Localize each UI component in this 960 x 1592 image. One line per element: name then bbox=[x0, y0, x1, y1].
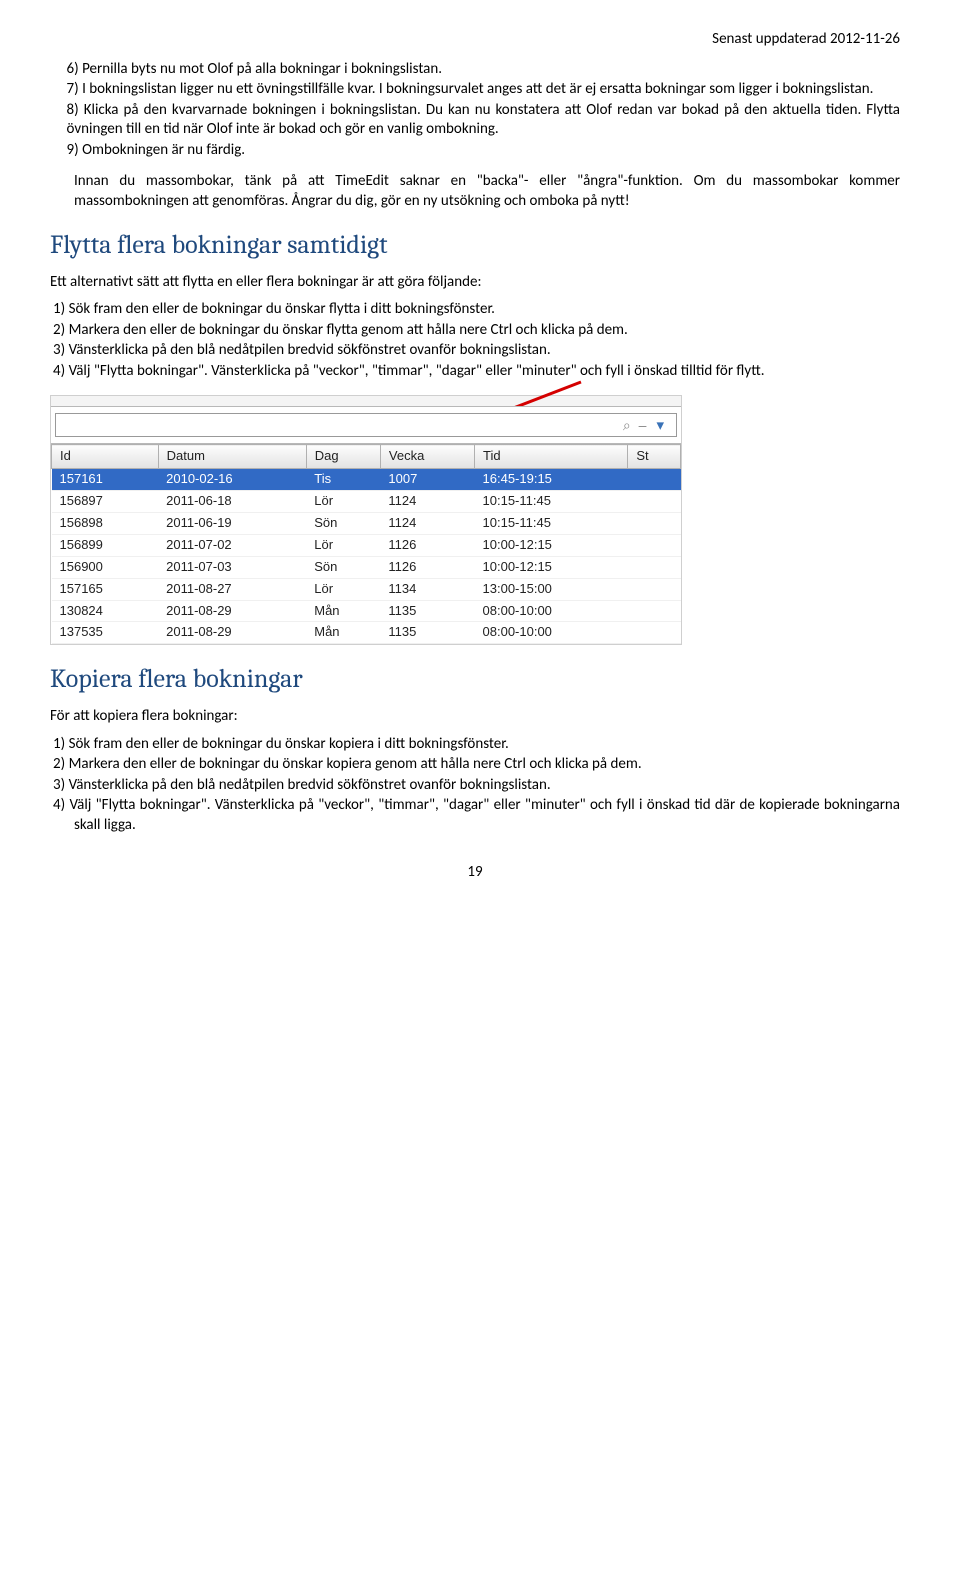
cell-st bbox=[628, 600, 681, 622]
cell-vecka: 1135 bbox=[380, 622, 474, 644]
cell-dag: Sön bbox=[306, 556, 380, 578]
cell-id: 130824 bbox=[52, 600, 159, 622]
cell-tid: 10:15-11:45 bbox=[475, 512, 628, 534]
steps-kopiera: Sök fram den eller de bokningar du önska… bbox=[50, 735, 900, 836]
cell-dag: Lör bbox=[306, 578, 380, 600]
cell-tid: 08:00-10:00 bbox=[475, 600, 628, 622]
list-item: I bokningslistan ligger nu ett övningsti… bbox=[67, 80, 901, 100]
list-item: Markera den eller de bokningar du önskar… bbox=[74, 755, 900, 775]
note-paragraph: Innan du massombokar, tänk på att TimeEd… bbox=[74, 172, 900, 211]
cell-dag: Mån bbox=[306, 622, 380, 644]
cell-st bbox=[628, 469, 681, 491]
dash-separator: – bbox=[635, 416, 651, 434]
list-item: Pernilla byts nu mot Olof på alla boknin… bbox=[67, 60, 901, 80]
cell-st bbox=[628, 534, 681, 556]
list-item: Sök fram den eller de bokningar du önska… bbox=[74, 735, 900, 755]
table-row[interactable]: 1571652011-08-27Lör113413:00-15:00 bbox=[52, 578, 681, 600]
table-row[interactable]: 1568972011-06-18Lör112410:15-11:45 bbox=[52, 491, 681, 513]
cell-tid: 08:00-10:00 bbox=[475, 622, 628, 644]
heading-flytta: Flytta flera bokningar samtidigt bbox=[50, 229, 900, 263]
col-tid[interactable]: Tid bbox=[475, 445, 628, 469]
cell-dag: Mån bbox=[306, 600, 380, 622]
cell-vecka: 1126 bbox=[380, 556, 474, 578]
cell-tid: 16:45-19:15 bbox=[475, 469, 628, 491]
list-item: Välj "Flytta bokningar". Vänsterklicka p… bbox=[74, 796, 900, 835]
cell-vecka: 1135 bbox=[380, 600, 474, 622]
numbered-list-a: Pernilla byts nu mot Olof på alla boknin… bbox=[50, 60, 900, 161]
cell-id: 157161 bbox=[52, 469, 159, 491]
cell-datum: 2011-07-02 bbox=[158, 534, 306, 556]
table-row[interactable]: 1568992011-07-02Lör112610:00-12:15 bbox=[52, 534, 681, 556]
cell-id: 156898 bbox=[52, 512, 159, 534]
table-row[interactable]: 1569002011-07-03Sön112610:00-12:15 bbox=[52, 556, 681, 578]
col-datum[interactable]: Datum bbox=[158, 445, 306, 469]
list-item: Vänsterklicka på den blå nedåtpilen bred… bbox=[74, 776, 900, 796]
cell-vecka: 1134 bbox=[380, 578, 474, 600]
cell-datum: 2010-02-16 bbox=[158, 469, 306, 491]
page-number: 19 bbox=[50, 863, 900, 883]
header-updated: Senast uppdaterad 2012-11-26 bbox=[50, 30, 900, 50]
table-row[interactable]: 1375352011-08-29Mån113508:00-10:00 bbox=[52, 622, 681, 644]
cell-st bbox=[628, 491, 681, 513]
list-item: Vänsterklicka på den blå nedåtpilen bred… bbox=[74, 341, 900, 361]
table-row[interactable]: 1568982011-06-19Sön112410:15-11:45 bbox=[52, 512, 681, 534]
cell-id: 156900 bbox=[52, 556, 159, 578]
cell-st bbox=[628, 512, 681, 534]
cell-datum: 2011-08-29 bbox=[158, 600, 306, 622]
cell-vecka: 1007 bbox=[380, 469, 474, 491]
booking-table: Id Datum Dag Vecka Tid St 1571612010-02-… bbox=[51, 444, 681, 644]
cell-dag: Lör bbox=[306, 534, 380, 556]
cell-id: 157165 bbox=[52, 578, 159, 600]
col-id[interactable]: Id bbox=[52, 445, 159, 469]
cell-datum: 2011-06-18 bbox=[158, 491, 306, 513]
list-item: Klicka på den kvarvarnade bokningen i bo… bbox=[67, 101, 901, 140]
cell-dag: Tis bbox=[306, 469, 380, 491]
col-vecka[interactable]: Vecka bbox=[380, 445, 474, 469]
cell-tid: 10:00-12:15 bbox=[475, 556, 628, 578]
steps-flytta: Sök fram den eller de bokningar du önska… bbox=[50, 300, 900, 381]
cell-vecka: 1124 bbox=[380, 512, 474, 534]
cell-id: 156897 bbox=[52, 491, 159, 513]
col-st[interactable]: St bbox=[628, 445, 681, 469]
intro-kopiera: För att kopiera flera bokningar: bbox=[50, 707, 900, 727]
cell-datum: 2011-06-19 bbox=[158, 512, 306, 534]
cell-st bbox=[628, 622, 681, 644]
list-item: Sök fram den eller de bokningar du önska… bbox=[74, 300, 900, 320]
list-item: Ombokningen är nu färdig. bbox=[67, 141, 901, 161]
table-row[interactable]: 1571612010-02-16Tis100716:45-19:15 bbox=[52, 469, 681, 491]
cell-datum: 2011-08-27 bbox=[158, 578, 306, 600]
list-item: Markera den eller de bokningar du önskar… bbox=[74, 321, 900, 341]
cell-tid: 13:00-15:00 bbox=[475, 578, 628, 600]
search-box: ⌕ – ▾ bbox=[55, 413, 677, 437]
cell-st bbox=[628, 556, 681, 578]
cell-tid: 10:15-11:45 bbox=[475, 491, 628, 513]
cell-vecka: 1124 bbox=[380, 491, 474, 513]
list-item: Välj "Flytta bokningar". Vänsterklicka p… bbox=[74, 362, 900, 382]
chevron-down-icon[interactable]: ▾ bbox=[650, 416, 670, 436]
search-icon[interactable]: ⌕ bbox=[619, 416, 635, 434]
cell-tid: 10:00-12:15 bbox=[475, 534, 628, 556]
cell-dag: Sön bbox=[306, 512, 380, 534]
col-dag[interactable]: Dag bbox=[306, 445, 380, 469]
search-input[interactable] bbox=[62, 417, 619, 434]
table-row[interactable]: 1308242011-08-29Mån113508:00-10:00 bbox=[52, 600, 681, 622]
cell-datum: 2011-07-03 bbox=[158, 556, 306, 578]
search-row: ⌕ – ▾ bbox=[51, 406, 681, 444]
booking-list-widget: ⌕ – ▾ Id Datum Dag Vecka Tid St 15716120… bbox=[50, 395, 682, 645]
cell-id: 156899 bbox=[52, 534, 159, 556]
cell-st bbox=[628, 578, 681, 600]
cell-id: 137535 bbox=[52, 622, 159, 644]
heading-kopiera: Kopiera flera bokningar bbox=[50, 663, 900, 697]
intro-flytta: Ett alternativt sätt att flytta en eller… bbox=[50, 273, 900, 293]
cell-datum: 2011-08-29 bbox=[158, 622, 306, 644]
cell-dag: Lör bbox=[306, 491, 380, 513]
cell-vecka: 1126 bbox=[380, 534, 474, 556]
